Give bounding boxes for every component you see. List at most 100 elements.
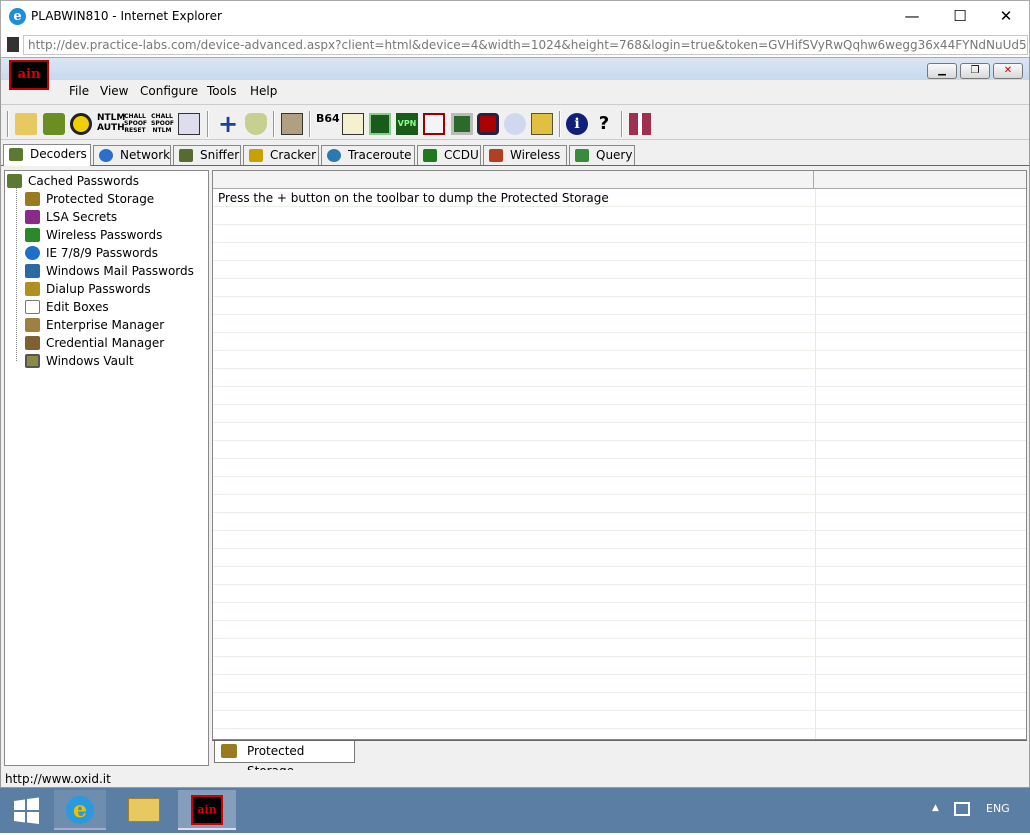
network-icon <box>99 149 113 162</box>
tab-cracker[interactable]: Cracker <box>243 145 319 165</box>
system-tray: ▲ ENG <box>920 788 1030 833</box>
list-row <box>213 711 1026 729</box>
wireless-icon <box>489 149 503 162</box>
close-button[interactable]: ✕ <box>983 1 1029 31</box>
shield-icon[interactable] <box>245 113 267 135</box>
start-button[interactable] <box>0 790 52 830</box>
key-icon[interactable] <box>531 113 553 135</box>
windows-icon <box>14 797 39 824</box>
list-row <box>213 603 1026 621</box>
help-icon[interactable]: ? <box>593 113 615 135</box>
router-icon[interactable] <box>477 113 499 135</box>
language-indicator[interactable]: ENG <box>986 802 1010 815</box>
base64-icon[interactable]: B64 <box>316 113 340 135</box>
menu-help[interactable]: Help <box>250 84 277 98</box>
tab-traceroute[interactable]: Traceroute <box>321 145 415 165</box>
list-row <box>213 315 1026 333</box>
certificate-icon[interactable] <box>281 113 303 135</box>
menu-file[interactable]: File <box>69 84 89 98</box>
list-row <box>213 297 1026 315</box>
list-row <box>213 207 1026 225</box>
toolbar-separator <box>7 111 9 137</box>
column-header-2[interactable] <box>814 171 1026 189</box>
status-bar: http://www.oxid.it <box>0 770 1030 788</box>
network-card-icon[interactable] <box>43 113 65 135</box>
list-row <box>213 657 1026 675</box>
taskbar-cain-button[interactable]: ain <box>178 790 236 830</box>
taskbar-ie-button[interactable]: e <box>54 790 106 830</box>
url-input[interactable] <box>23 35 1028 55</box>
exit-icon[interactable] <box>629 113 651 135</box>
minimize-button[interactable]: — <box>889 1 935 31</box>
tab-decoders[interactable]: Decoders <box>3 144 91 166</box>
list-row <box>213 423 1026 441</box>
cracker-icon <box>249 149 263 162</box>
network-icon[interactable] <box>954 802 970 816</box>
address-bar <box>0 32 1030 58</box>
list-row <box>213 675 1026 693</box>
list-row <box>213 261 1026 279</box>
ie-icon <box>25 246 40 260</box>
menu-tools[interactable]: Tools <box>207 84 237 98</box>
list-row <box>213 513 1026 531</box>
list-row <box>213 243 1026 261</box>
menu-view[interactable]: View <box>100 84 128 98</box>
list-row <box>213 729 1026 739</box>
chall-spoof-ntlm-icon[interactable]: CHALL SPOOF NTLM <box>151 113 174 135</box>
chall-spoof-reset-icon[interactable]: CHALL SPOOF RESET <box>124 113 147 135</box>
list-row <box>213 567 1026 585</box>
sniffer-icon <box>179 149 193 162</box>
scroll-icon[interactable] <box>342 113 364 135</box>
internet-explorer-icon: e <box>9 8 26 25</box>
info-icon[interactable]: i <box>566 113 588 135</box>
tab-wireless[interactable]: Wireless <box>483 145 567 165</box>
column-header-1[interactable] <box>213 171 814 189</box>
lsa-secrets-icon <box>25 210 40 224</box>
menu-configure[interactable]: Configure <box>140 84 198 98</box>
mdi-restore-button[interactable]: ❐ <box>960 63 990 79</box>
browser-title-bar: e PLABWIN810 - Internet Explorer — ☐ ✕ <box>0 0 1030 32</box>
rdp-icon[interactable] <box>423 113 445 135</box>
tab-protected-storage[interactable]: Protected Storage <box>214 741 355 778</box>
list-row <box>213 441 1026 459</box>
browser-title: PLABWIN810 - Internet Explorer <box>31 9 222 23</box>
vpn-icon[interactable]: VPN <box>396 113 418 135</box>
tab-network[interactable]: Network <box>93 145 171 165</box>
cisco-icon[interactable] <box>451 113 473 135</box>
cached-passwords-icon <box>7 174 22 188</box>
tree-icon[interactable] <box>504 113 526 135</box>
mdi-minimize-button[interactable]: ▁ <box>927 63 957 79</box>
maximize-button[interactable]: ☐ <box>937 1 983 31</box>
credential-manager-icon <box>25 336 40 350</box>
tab-query[interactable]: Query <box>569 145 635 165</box>
list-row <box>213 369 1026 387</box>
tab-ccdu[interactable]: CCDU <box>417 145 481 165</box>
chip-icon[interactable] <box>369 113 391 135</box>
mdi-close-button[interactable]: ✕ <box>993 63 1023 79</box>
list-row <box>213 387 1026 405</box>
ntlm-auth-icon[interactable]: NTLM AUTH <box>97 113 125 135</box>
traceroute-icon <box>327 149 341 162</box>
plus-icon[interactable]: + <box>217 112 239 136</box>
tray-overflow-button[interactable]: ▲ <box>932 803 939 813</box>
main-tabs: Decoders Network Sniffer Cracker Tracero… <box>1 144 1029 166</box>
list-row <box>213 693 1026 711</box>
cain-window: ▁ ❐ ✕ ain File View Configure Tools Help… <box>0 58 1030 778</box>
cain-icon: ain <box>191 795 223 825</box>
open-folder-icon[interactable] <box>15 113 37 135</box>
edit-box-icon <box>25 300 40 314</box>
toolbar-separator <box>309 111 311 137</box>
protected-storage-list: Press the + button on the toolbar to dum… <box>212 170 1027 740</box>
radioactive-icon[interactable] <box>70 113 92 135</box>
list-row <box>213 225 1026 243</box>
export-icon[interactable] <box>178 113 200 135</box>
page-icon <box>7 37 19 52</box>
tab-sniffer[interactable]: Sniffer <box>173 145 241 165</box>
toolbar-separator <box>621 111 623 137</box>
taskbar-explorer-button[interactable] <box>116 790 172 830</box>
list-row <box>213 585 1026 603</box>
list-row[interactable]: Press the + button on the toolbar to dum… <box>213 189 1026 207</box>
list-row <box>213 495 1026 513</box>
app-title-bar: ▁ ❐ ✕ <box>1 58 1029 80</box>
enterprise-manager-icon <box>25 318 40 332</box>
